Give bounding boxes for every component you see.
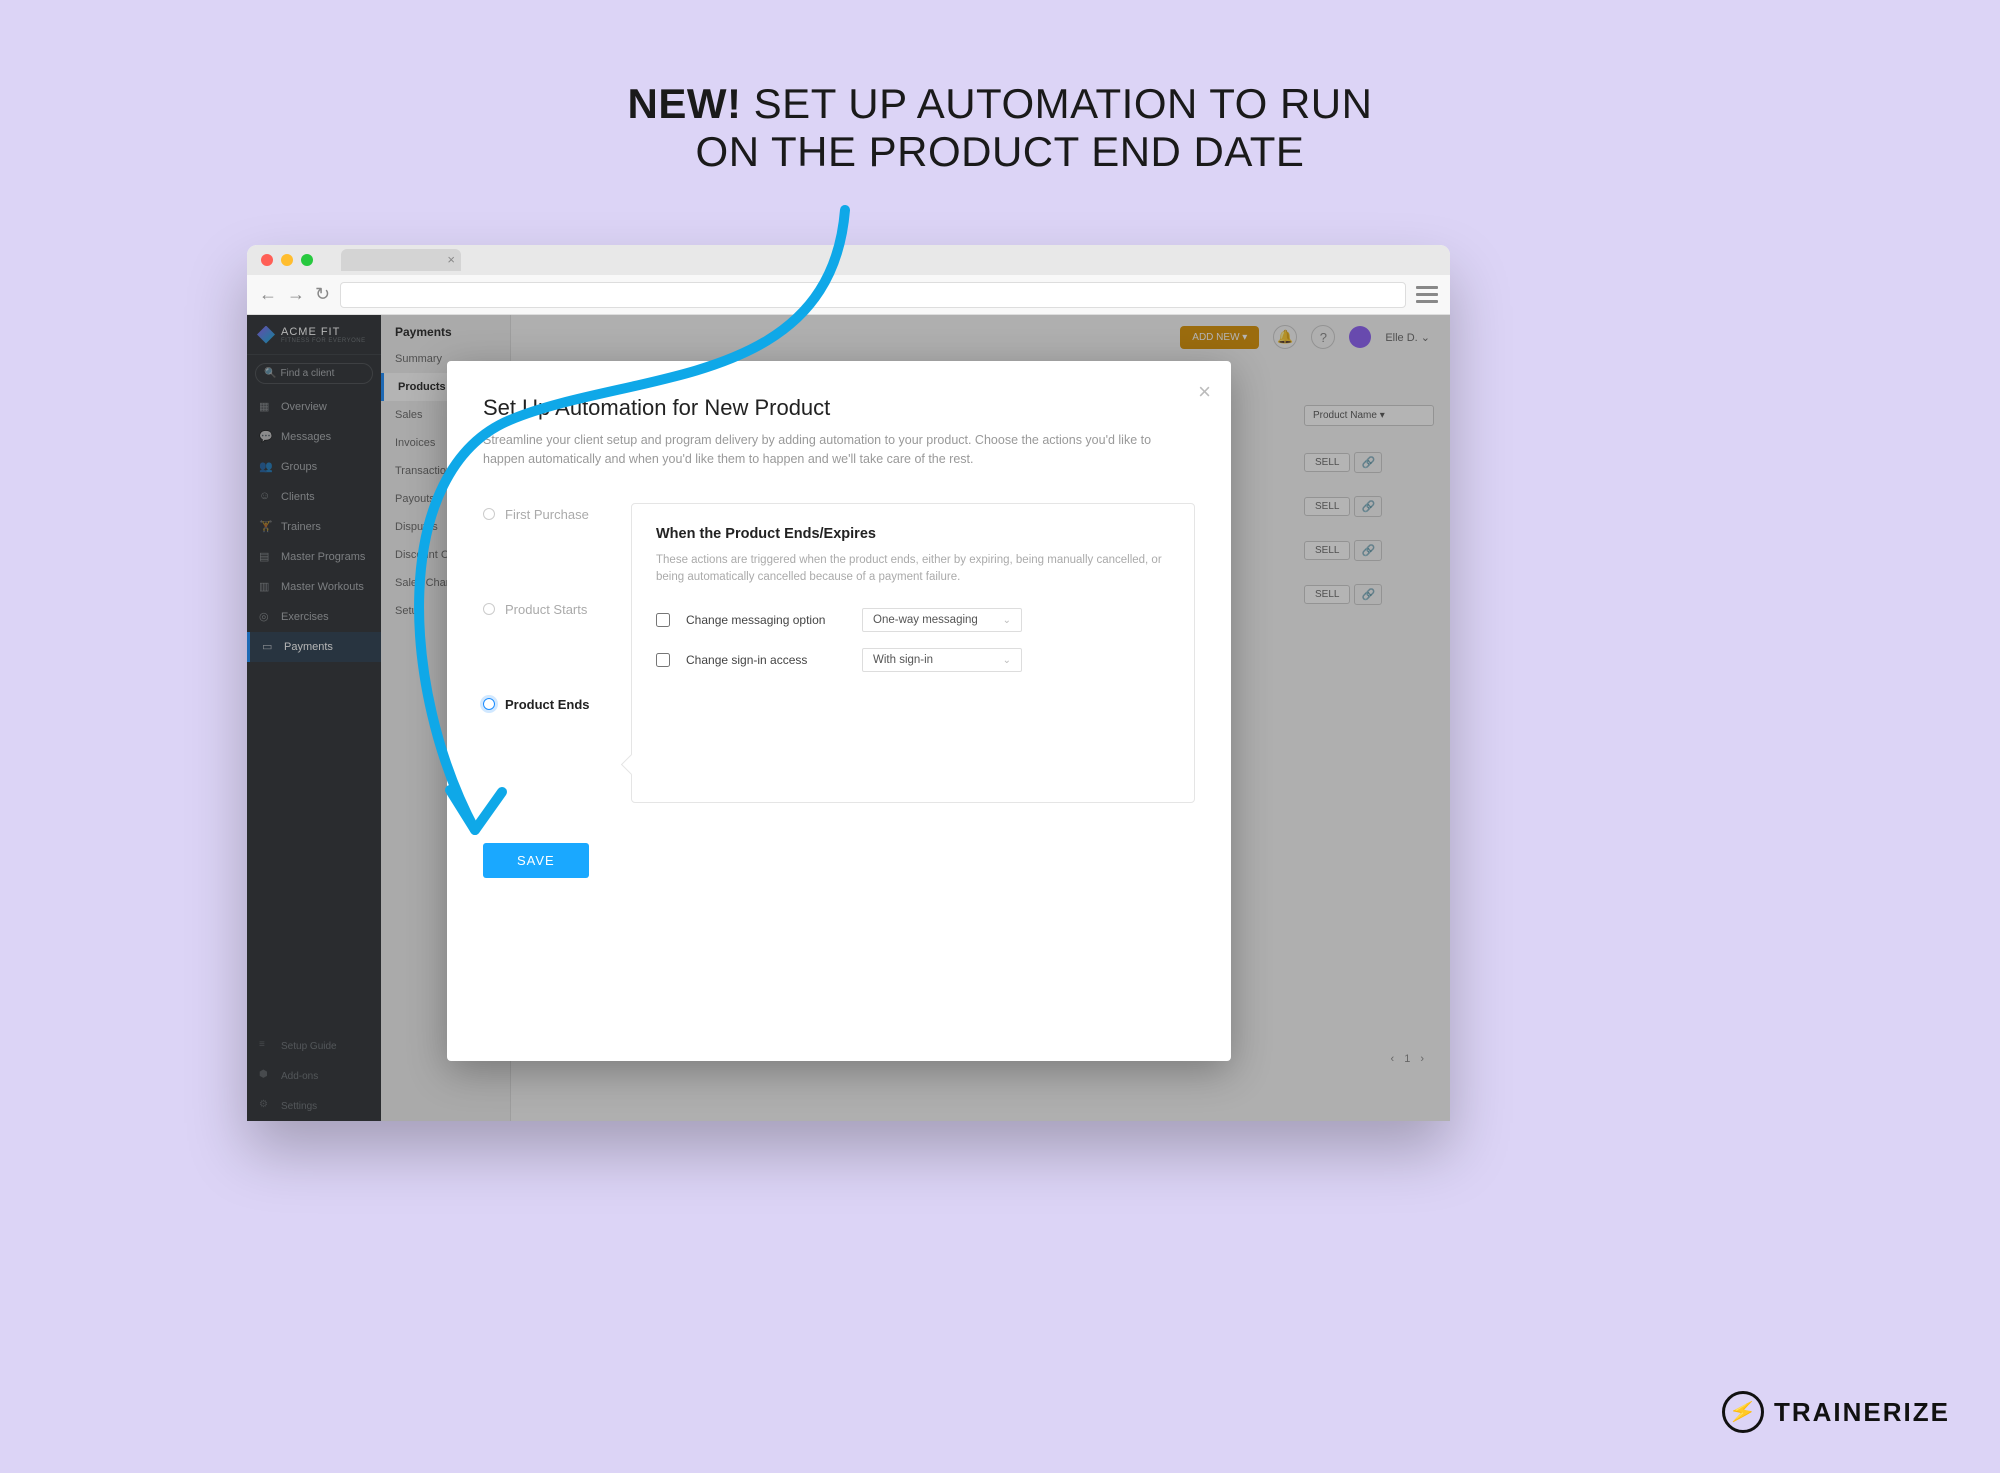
marketing-headline: NEW! SET UP AUTOMATION TO RUN ON THE PRO… bbox=[0, 0, 2000, 176]
headline-strong: NEW! bbox=[628, 80, 742, 127]
step-panel: When the Product Ends/Expires These acti… bbox=[631, 503, 1195, 803]
window-max-dot[interactable] bbox=[301, 254, 313, 266]
chevron-down-icon: ⌄ bbox=[1003, 615, 1011, 626]
wizard: First Purchase Product Starts Product En… bbox=[483, 503, 1195, 803]
chevron-down-icon: ⌄ bbox=[1003, 655, 1011, 666]
browser-window: × ← → ↻ ACME FIT FITNESS FOR EVERYONE 🔍 … bbox=[247, 245, 1450, 1121]
headline-line2: ON THE PRODUCT END DATE bbox=[696, 128, 1305, 175]
step-product-ends[interactable]: Product Ends bbox=[483, 697, 613, 712]
window-close-dot[interactable] bbox=[261, 254, 273, 266]
app-shell: ACME FIT FITNESS FOR EVERYONE 🔍 Find a c… bbox=[247, 315, 1450, 1121]
forward-icon[interactable]: → bbox=[287, 284, 305, 305]
option-messaging: Change messaging option One-way messagin… bbox=[656, 608, 1170, 632]
messaging-label: Change messaging option bbox=[686, 613, 846, 627]
browser-tab[interactable]: × bbox=[341, 249, 461, 271]
messaging-checkbox[interactable] bbox=[656, 613, 670, 627]
url-input[interactable] bbox=[340, 282, 1406, 308]
window-min-dot[interactable] bbox=[281, 254, 293, 266]
messaging-select[interactable]: One-way messaging⌄ bbox=[862, 608, 1022, 632]
panel-heading: When the Product Ends/Expires bbox=[656, 526, 1170, 542]
headline-line1: SET UP AUTOMATION TO RUN bbox=[742, 80, 1373, 127]
signin-label: Change sign-in access bbox=[686, 653, 846, 667]
browser-menu-icon[interactable] bbox=[1416, 286, 1438, 303]
step-first-purchase[interactable]: First Purchase bbox=[483, 507, 613, 522]
tab-close-icon[interactable]: × bbox=[447, 252, 455, 267]
automation-modal: × Set Up Automation for New Product Stre… bbox=[447, 361, 1231, 1061]
radio-icon bbox=[483, 508, 495, 520]
option-signin: Change sign-in access With sign-in⌄ bbox=[656, 648, 1170, 672]
step-product-starts[interactable]: Product Starts bbox=[483, 602, 613, 617]
trainerize-badge: ⚡ TRAINERIZE bbox=[1722, 1391, 1950, 1433]
modal-close-icon[interactable]: × bbox=[1198, 379, 1211, 405]
radio-icon bbox=[483, 698, 495, 710]
trainerize-wordmark: TRAINERIZE bbox=[1774, 1397, 1950, 1428]
back-icon[interactable]: ← bbox=[259, 284, 277, 305]
modal-title: Set Up Automation for New Product bbox=[483, 395, 1195, 421]
wizard-steps: First Purchase Product Starts Product En… bbox=[483, 503, 613, 803]
browser-toolbar: ← → ↻ bbox=[247, 275, 1450, 315]
panel-description: These actions are triggered when the pro… bbox=[656, 552, 1170, 587]
reload-icon[interactable]: ↻ bbox=[315, 284, 330, 305]
signin-select[interactable]: With sign-in⌄ bbox=[862, 648, 1022, 672]
save-button[interactable]: SAVE bbox=[483, 843, 589, 878]
modal-description: Streamline your client setup and program… bbox=[483, 431, 1163, 469]
trainerize-logo-icon: ⚡ bbox=[1722, 1391, 1764, 1433]
browser-titlebar: × bbox=[247, 245, 1450, 275]
radio-icon bbox=[483, 603, 495, 615]
signin-checkbox[interactable] bbox=[656, 653, 670, 667]
